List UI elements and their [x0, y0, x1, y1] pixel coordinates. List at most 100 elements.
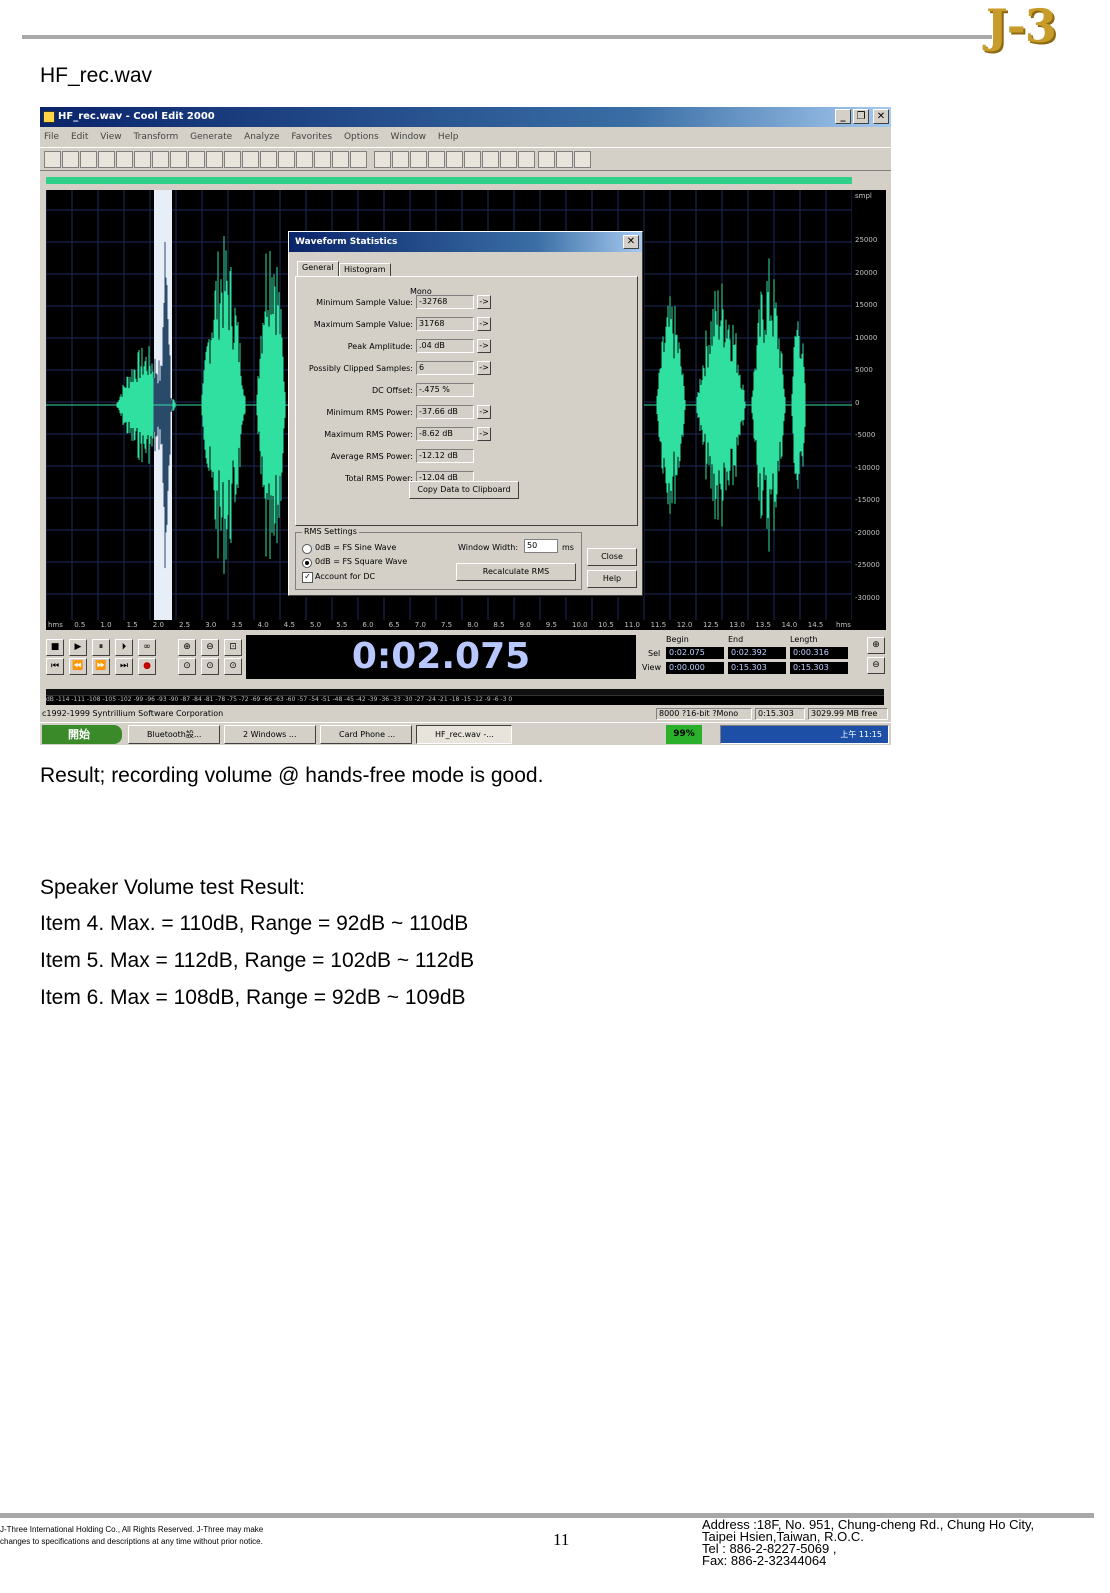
task-bluetooth[interactable]: Bluetooth設...	[128, 725, 220, 744]
time-tick-label: 8.5	[493, 621, 505, 629]
overview-bar[interactable]	[46, 177, 852, 184]
dialog-close-icon[interactable]: ✕	[623, 235, 639, 249]
start-button[interactable]: 開始	[42, 725, 122, 744]
tab-general[interactable]: General	[297, 261, 339, 277]
toolbar-tool-icon[interactable]	[206, 151, 223, 168]
clock[interactable]: 上午 11:15	[840, 730, 882, 739]
toolbar-tool-icon[interactable]	[392, 151, 409, 168]
menu-favorites[interactable]: Favorites	[291, 132, 332, 142]
menu-transform[interactable]: Transform	[133, 132, 178, 142]
view-end-field[interactable]: 0:15.303	[728, 662, 786, 674]
zoom-out-vertical-icon[interactable]: ⊖	[867, 657, 885, 674]
loop-button[interactable]: ∞	[138, 639, 156, 656]
toolbar-tool-icon[interactable]	[574, 151, 591, 168]
dialog-close-button[interactable]: Close	[587, 548, 637, 566]
toolbar-tool-icon[interactable]	[62, 151, 79, 168]
toolbar-tool-icon[interactable]	[242, 151, 259, 168]
amplitude-tick-label: 15000	[855, 301, 878, 309]
sel-end-field[interactable]: 0:02.392	[728, 647, 786, 659]
rewind-button[interactable]: ⏪	[69, 658, 87, 675]
sel-length-field[interactable]: 0:00.316	[790, 647, 848, 659]
toolbar-tool-icon[interactable]	[260, 151, 277, 168]
toolbar-tool-icon[interactable]	[374, 151, 391, 168]
toolbar-tool-icon[interactable]	[538, 151, 555, 168]
sel-label: Sel	[648, 649, 661, 658]
cool-edit-screenshot: HF_rec.wav - Cool Edit 2000 _ ❐ ✕ File E…	[40, 107, 891, 745]
time-tick-label: 6.5	[388, 621, 400, 629]
menu-help[interactable]: Help	[438, 132, 459, 142]
menu-analyze[interactable]: Analyze	[244, 132, 279, 142]
toolbar-tool-icon[interactable]	[446, 151, 463, 168]
toolbar-tool-icon[interactable]	[278, 151, 295, 168]
menu-window[interactable]: Window	[391, 132, 427, 142]
amplitude-scale: smpl 25000 20000 15000 10000 5000 0 -5000 -10000…	[852, 190, 886, 630]
toolbar-tool-icon[interactable]	[410, 151, 427, 168]
account-for-dc-checkbox[interactable]: Account for DC	[302, 572, 375, 583]
recalculate-rms-button[interactable]: Recalculate RMS	[456, 563, 576, 581]
battery-indicator[interactable]: 99%	[666, 725, 702, 744]
zoom-in-icon[interactable]: ⊕	[178, 639, 196, 656]
toolbar-tool-icon[interactable]	[350, 151, 367, 168]
toolbar-tool-icon[interactable]	[188, 151, 205, 168]
play-to-end-button[interactable]: ⏵	[115, 639, 133, 656]
sine-wave-radio[interactable]: 0dB = FS Sine Wave	[302, 543, 396, 554]
pause-button[interactable]: ⏸	[92, 639, 110, 656]
toolbar-tool-icon[interactable]	[518, 151, 535, 168]
zoom-selection-icon[interactable]: ⊙	[178, 658, 196, 675]
copy-to-clipboard-button[interactable]: Copy Data to Clipboard	[409, 481, 519, 499]
go-to-arrow-button[interactable]: ->	[477, 405, 491, 419]
go-to-end-button[interactable]: ⏭	[115, 658, 133, 675]
zoom-left-icon[interactable]: ⊙	[201, 658, 219, 675]
toolbar-tool-icon[interactable]	[296, 151, 313, 168]
menu-view[interactable]: View	[100, 132, 121, 142]
go-to-arrow-button[interactable]: ->	[477, 295, 491, 309]
menu-edit[interactable]: Edit	[71, 132, 88, 142]
toolbar-tool-icon[interactable]	[556, 151, 573, 168]
menu-file[interactable]: File	[44, 132, 59, 142]
toolbar-tool-icon[interactable]	[500, 151, 517, 168]
view-length-field[interactable]: 0:15.303	[790, 662, 848, 674]
sel-begin-field[interactable]: 0:02.075	[666, 647, 724, 659]
zoom-in-vertical-icon[interactable]: ⊕	[867, 637, 885, 654]
amplitude-tick-label: 10000	[855, 333, 878, 342]
toolbar-tool-icon[interactable]	[152, 151, 169, 168]
toolbar-tool-icon[interactable]	[224, 151, 241, 168]
toolbar-tool-icon[interactable]	[332, 151, 349, 168]
minimize-button[interactable]: _	[835, 109, 851, 124]
go-to-arrow-button[interactable]: ->	[477, 427, 491, 441]
toolbar-tool-icon[interactable]	[134, 151, 151, 168]
task-card-phone[interactable]: Card Phone ...	[320, 725, 412, 744]
tab-histogram[interactable]: Histogram	[339, 263, 391, 277]
toolbar-tool-icon[interactable]	[170, 151, 187, 168]
go-to-arrow-button[interactable]: ->	[477, 361, 491, 375]
play-button[interactable]: ▶	[69, 639, 87, 656]
go-to-start-button[interactable]: ⏮	[46, 658, 64, 675]
menu-generate[interactable]: Generate	[190, 132, 232, 142]
zoom-full-icon[interactable]: ⊡	[224, 639, 242, 656]
window-width-input[interactable]: 50	[524, 539, 558, 553]
fast-forward-button[interactable]: ⏩	[92, 658, 110, 675]
menu-options[interactable]: Options	[344, 132, 379, 142]
toolbar-tool-icon[interactable]	[80, 151, 97, 168]
close-button[interactable]: ✕	[873, 109, 889, 124]
go-to-arrow-button[interactable]: ->	[477, 339, 491, 353]
toolbar-tool-icon[interactable]	[116, 151, 133, 168]
task-hf-rec[interactable]: HF_rec.wav -...	[416, 725, 512, 744]
stop-button[interactable]: ■	[46, 639, 64, 656]
toolbar-tool-icon[interactable]	[44, 151, 61, 168]
dialog-help-button[interactable]: Help	[587, 570, 637, 588]
toolbar-tool-icon[interactable]	[98, 151, 115, 168]
view-begin-field[interactable]: 0:00.000	[666, 662, 724, 674]
toolbar-tool-icon[interactable]	[482, 151, 499, 168]
task-windows[interactable]: 2 Windows ...	[224, 725, 316, 744]
selection-panel: Begin End Length Sel View 0:02.075 0:02.…	[638, 635, 858, 679]
toolbar-tool-icon[interactable]	[428, 151, 445, 168]
toolbar-tool-icon[interactable]	[314, 151, 331, 168]
zoom-out-icon[interactable]: ⊖	[201, 639, 219, 656]
zoom-right-icon[interactable]: ⊙	[224, 658, 242, 675]
restore-button[interactable]: ❐	[853, 109, 869, 124]
go-to-arrow-button[interactable]: ->	[477, 317, 491, 331]
record-button[interactable]: ●	[138, 658, 156, 675]
square-wave-radio[interactable]: 0dB = FS Square Wave	[302, 557, 407, 568]
toolbar-tool-icon[interactable]	[464, 151, 481, 168]
